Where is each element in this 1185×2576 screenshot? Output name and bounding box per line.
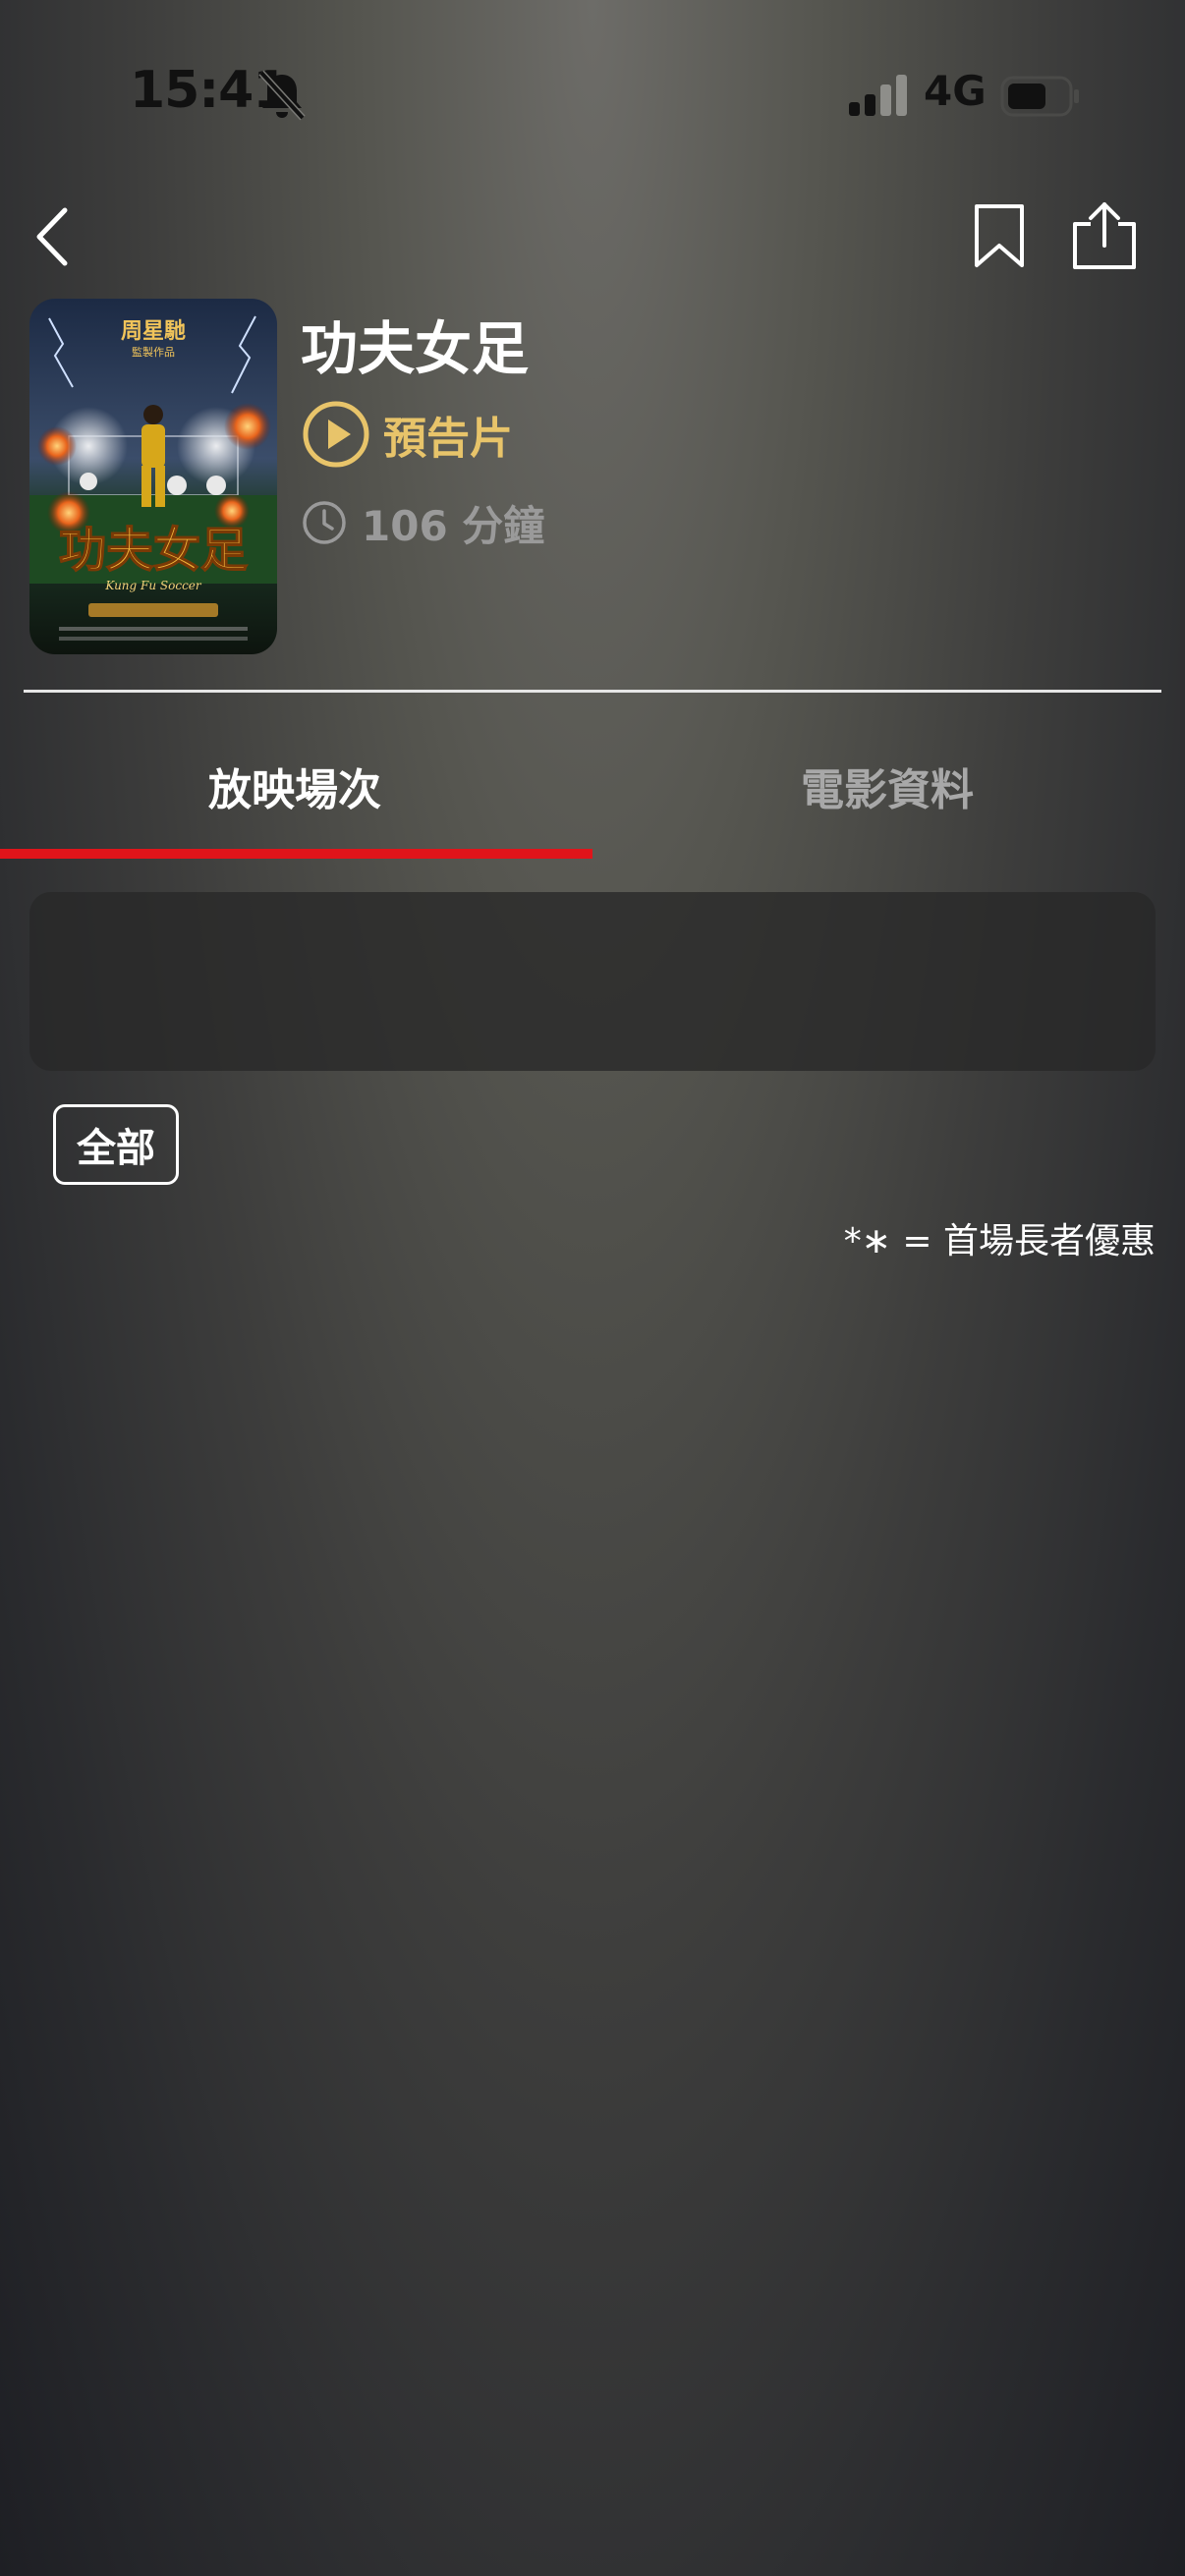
duration: 106 分鐘 xyxy=(301,493,544,552)
poster-en-text: Kung Fu Soccer xyxy=(104,579,202,592)
clock-icon xyxy=(303,501,346,544)
tab-showtimes[interactable]: 放映場次 xyxy=(0,727,590,845)
play-circle-icon xyxy=(303,401,369,468)
poster-image: 周星馳 監製作品 功夫女足 Kung Fu Soccer xyxy=(29,299,277,654)
share-icon xyxy=(1073,202,1136,269)
duration-label: 106 分鐘 xyxy=(362,501,545,550)
trailer-label: 預告片 xyxy=(383,414,513,464)
bookmark-button[interactable] xyxy=(967,202,1032,271)
senior-discount-legend: *∗ = 首場長者優惠 xyxy=(843,1221,1156,1261)
back-button[interactable] xyxy=(29,202,79,271)
battery-icon xyxy=(1000,76,1079,117)
trailer-button[interactable]: 預告片 xyxy=(301,397,513,472)
tab-active-indicator xyxy=(0,849,592,859)
svg-text:周星馳: 周星馳 xyxy=(121,318,186,344)
svg-text:監製作品: 監製作品 xyxy=(132,345,175,359)
movie-poster[interactable]: 周星馳 監製作品 功夫女足 Kung Fu Soccer xyxy=(29,299,277,654)
signal-icon xyxy=(849,75,907,116)
network-label: 4G xyxy=(924,67,987,115)
poster-title-text: 功夫女足 xyxy=(59,523,248,578)
tab-movie-info[interactable]: 電影資料 xyxy=(592,727,1182,845)
chevron-left-icon xyxy=(36,207,68,266)
share-button[interactable] xyxy=(1067,200,1142,271)
date-selector[interactable] xyxy=(29,892,1156,1071)
bell-muted-icon xyxy=(258,70,306,121)
movie-title: 功夫女足 xyxy=(301,315,530,382)
filter-all-button[interactable]: 全部 xyxy=(53,1104,179,1185)
header-divider xyxy=(24,690,1161,693)
bookmark-icon xyxy=(975,204,1024,267)
